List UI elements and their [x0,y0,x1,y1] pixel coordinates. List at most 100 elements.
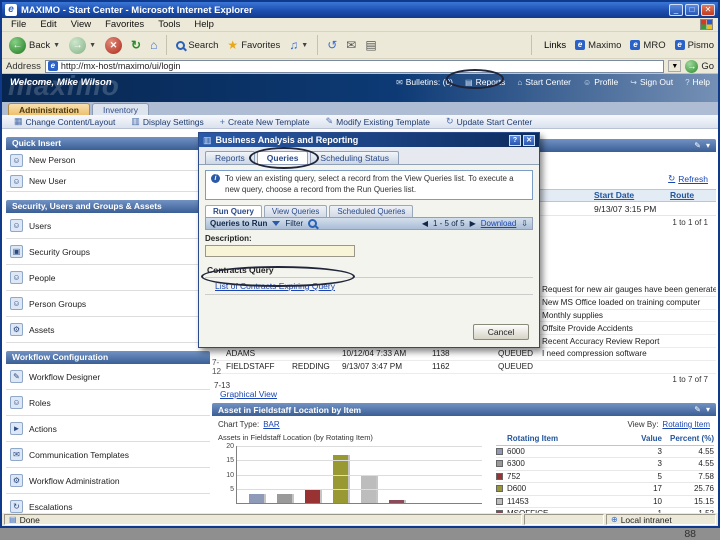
sidebar-item-roles[interactable]: ☺ Roles [6,390,210,416]
column-start-date[interactable]: Start Date [594,190,634,200]
back-button[interactable]: ← Back ▼ [6,36,63,55]
tab-inventory[interactable]: Inventory [91,103,149,115]
nav-help[interactable]: ? Help [685,77,710,87]
print-button[interactable]: ▤ [362,37,379,53]
pencil-icon[interactable]: ✎ [694,405,701,414]
prev-page-icon[interactable]: ◀ [422,219,428,228]
column-value[interactable]: Value [622,434,662,443]
sidebar-item-workflow-administration[interactable]: ⚙ Workflow Administration [6,468,210,494]
tab-scheduling-status[interactable]: Scheduling Status [310,151,399,164]
close-button[interactable]: ✕ [701,4,715,16]
stat-item[interactable]: MSOFFICE [507,509,622,513]
dialog-close-button[interactable]: ✕ [523,134,535,146]
menu-file[interactable]: File [4,19,33,30]
sidebar-item-assets[interactable]: ⚙ Assets [6,317,210,343]
tab-administration[interactable]: Administration [8,103,90,115]
menu-view[interactable]: View [64,19,98,30]
graphical-view-link[interactable]: Graphical View [220,389,277,399]
search-icon[interactable] [308,218,318,228]
action-create-template[interactable]: + Create New Template [220,117,310,127]
sidebar-item-people[interactable]: ☺ People [6,265,210,291]
column-route[interactable]: Route [670,190,694,200]
nav-reports[interactable]: ▤ Reports [465,77,505,87]
inbox-row[interactable]: ADAMS 10/12/04 7:33 AM 1138 QUEUED I need co… [212,348,716,361]
menu-edit[interactable]: Edit [33,19,63,30]
query-link-contracts-expiring[interactable]: List of Contracts Expiring Query [205,278,533,295]
sidebar-item-communication-templates[interactable]: ✉ Communication Templates [6,442,210,468]
portlet-header-security[interactable]: Security, Users and Groups & Assets [6,200,210,213]
sidebar-item-person-groups[interactable]: ☺ Person Groups [6,291,210,317]
tab-reports[interactable]: Reports [205,151,255,164]
next-page-icon[interactable]: ▶ [470,219,476,228]
sidebar-item-new-person[interactable]: ☺ New Person [6,150,210,171]
chevron-down-icon[interactable]: ▾ [706,405,710,414]
stat-item[interactable]: 11453 [507,497,622,506]
stat-item[interactable]: D600 [507,484,622,493]
action-change-layout[interactable]: ▦ Change Content/Layout [14,116,115,127]
bar-plot: 20 15 10 5 [226,443,482,504]
search-button[interactable]: Search [173,39,221,52]
download-icon[interactable]: ⇩ [521,219,528,228]
nav-start-center[interactable]: ⌂ Start Center [517,77,571,87]
link-button-maximo[interactable]: e Maximo [575,40,621,51]
search-label: Search [188,39,219,51]
nav-start-center-label: Start Center [525,77,572,87]
refresh-link[interactable]: ↻ Refresh [668,173,708,184]
menu-tools[interactable]: Tools [151,19,187,30]
stop-button[interactable]: ✕ [102,36,125,55]
sidebar-item-security-groups[interactable]: ▣ Security Groups [6,239,210,265]
maximize-button[interactable]: □ [685,4,699,16]
filter-icon[interactable] [272,220,281,226]
query-group-row[interactable]: Contracts Query [205,263,533,278]
portlet-header-quick-insert[interactable]: Quick Insert [6,137,210,150]
sidebar-item-users[interactable]: ☺ Users [6,213,210,239]
nav-sign-out[interactable]: ↪ Sign Out [630,77,673,87]
address-input[interactable]: e http://mx-host/maximo/ui/login [44,59,665,73]
stat-item[interactable]: 6000 [507,447,622,456]
view-by-value[interactable]: Rotating Item [662,420,710,429]
stat-item[interactable]: 6300 [507,459,622,468]
go-button[interactable]: → Go [685,59,714,73]
menu-favorites[interactable]: Favorites [98,19,151,30]
favorites-button[interactable]: ★ Favorites [224,37,283,53]
filter-label[interactable]: Filter [285,219,303,228]
forward-button[interactable]: → ▼ [66,36,99,55]
download-link[interactable]: Download [481,219,517,228]
link-button-pismo[interactable]: e Pismo [674,40,714,51]
sidebar-item-workflow-designer[interactable]: ✎ Workflow Designer [6,364,210,390]
description-filter-input[interactable] [205,244,355,257]
refresh-button[interactable]: ↻ [128,37,144,53]
history-button[interactable]: ↺ [324,37,340,53]
nav-bulletins-label: Bulletins: (0) [405,77,454,87]
cancel-button[interactable]: Cancel [473,324,529,340]
nav-bulletins[interactable]: ✉ Bulletins: (0) [396,77,453,87]
chevron-down-icon[interactable]: ▾ [706,141,710,150]
subtab-scheduled-queries[interactable]: Scheduled Queries [329,204,414,217]
action-display-settings[interactable]: ▥ Display Settings [131,116,203,127]
minimize-button[interactable]: _ [669,4,683,16]
chart-type-value[interactable]: BAR [263,420,279,429]
pencil-icon[interactable]: ✎ [694,141,701,150]
dialog-help-button[interactable]: ? [509,134,521,146]
tab-queries[interactable]: Queries [256,151,309,164]
portlet-header-asset-chart[interactable]: Asset in Fieldstaff Location by Item ✎ ▾ [212,403,716,416]
address-dropdown-button[interactable]: ▼ [668,60,682,72]
portlet-header-workflow[interactable]: Workflow Configuration [6,351,210,364]
menu-help[interactable]: Help [187,19,221,30]
action-update-start-center[interactable]: ↻ Update Start Center [446,116,532,127]
nav-profile[interactable]: ☺ Profile [583,77,618,87]
inbox-row[interactable]: 7-12 FIELDSTAFF REDDING 9/13/07 3:47 PM 1162… [212,358,716,376]
action-modify-template[interactable]: ✎ Modify Existing Template [326,116,430,127]
column-rotating-item[interactable]: Rotating Item [507,434,622,443]
home-button[interactable]: ⌂ [147,37,160,53]
sidebar-item-escalations[interactable]: ↻ Escalations [6,494,210,513]
mail-button[interactable]: ✉ [343,37,359,53]
stat-item[interactable]: 752 [507,472,622,481]
media-button[interactable]: ♫ ▼ [286,37,311,53]
subtab-view-queries[interactable]: View Queries [263,204,328,217]
sidebar-item-actions[interactable]: ► Actions [6,416,210,442]
sidebar-item-new-user[interactable]: ☺ New User [6,171,210,192]
link-button-mro[interactable]: e MRO [630,40,666,51]
subtab-run-query[interactable]: Run Query [205,204,262,217]
column-percent[interactable]: Percent (%) [662,434,714,443]
